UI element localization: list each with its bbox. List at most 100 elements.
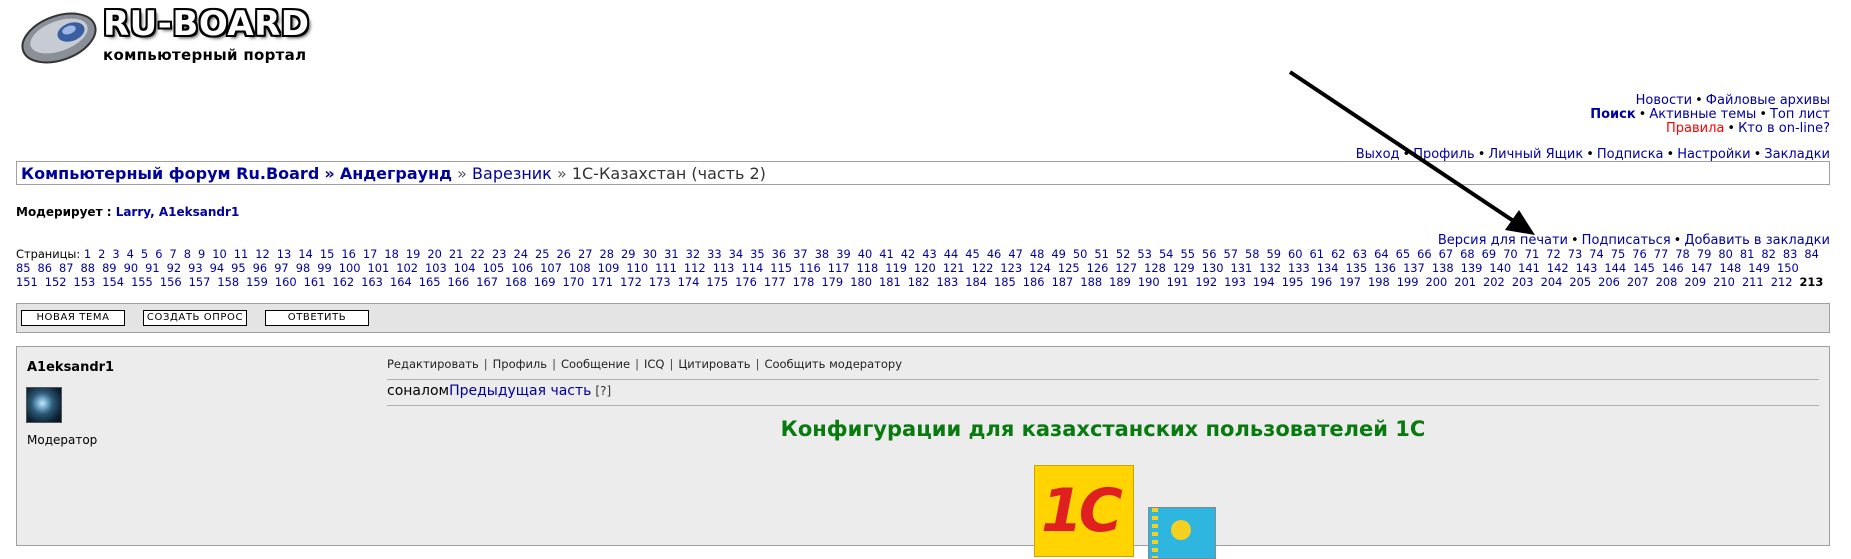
page-link[interactable]: 141 [1518, 261, 1540, 275]
page-link[interactable]: 11 [234, 247, 249, 261]
page-link[interactable]: 96 [253, 261, 268, 275]
page-link[interactable]: 14 [298, 247, 313, 261]
page-link[interactable]: 51 [1094, 247, 1109, 261]
page-link[interactable]: 120 [914, 261, 936, 275]
page-link[interactable]: 130 [1202, 261, 1224, 275]
post-author[interactable]: A1eksandr1 [27, 360, 114, 375]
page-link[interactable]: 194 [1253, 275, 1275, 289]
page-link[interactable]: 159 [246, 275, 268, 289]
page-link[interactable]: 188 [1080, 275, 1102, 289]
page-link[interactable]: 76 [1632, 247, 1647, 261]
page-link[interactable]: 106 [511, 261, 533, 275]
page-link[interactable]: 34 [729, 247, 744, 261]
page-link[interactable]: 183 [937, 275, 959, 289]
page-link[interactable]: 68 [1460, 247, 1475, 261]
page-link[interactable]: 211 [1742, 275, 1764, 289]
page-link[interactable]: 125 [1058, 261, 1080, 275]
page-link[interactable]: 143 [1576, 261, 1598, 275]
page-link[interactable]: 212 [1771, 275, 1793, 289]
page-link[interactable]: 29 [621, 247, 636, 261]
report-moderator-link[interactable]: Сообщить модератору [764, 357, 902, 371]
page-link[interactable]: 86 [38, 261, 53, 275]
page-link[interactable]: 204 [1541, 275, 1563, 289]
page-link[interactable]: 114 [741, 261, 763, 275]
reply-button[interactable]: ОТВЕТИТЬ [265, 310, 369, 326]
page-link[interactable]: 63 [1353, 247, 1368, 261]
page-link[interactable]: 164 [390, 275, 412, 289]
page-link[interactable]: 65 [1396, 247, 1411, 261]
page-link[interactable]: 163 [361, 275, 383, 289]
nav-logout[interactable]: Выход [1356, 147, 1400, 162]
profile-link[interactable]: Профиль [493, 357, 547, 371]
page-link[interactable]: 73 [1568, 247, 1583, 261]
moderators-names[interactable]: Larry, A1eksandr1 [116, 205, 240, 219]
page-link[interactable]: 79 [1697, 247, 1712, 261]
page-link[interactable]: 201 [1454, 275, 1476, 289]
page-link[interactable]: 47 [1008, 247, 1023, 261]
page-link[interactable]: 10 [212, 247, 227, 261]
page-link[interactable]: 192 [1195, 275, 1217, 289]
nav-subscriptions[interactable]: Подписка [1597, 147, 1664, 162]
page-link[interactable]: 13 [277, 247, 292, 261]
page-link[interactable]: 97 [274, 261, 289, 275]
page-link[interactable]: 19 [406, 247, 421, 261]
page-link[interactable]: 81 [1740, 247, 1755, 261]
page-link[interactable]: 161 [304, 275, 326, 289]
page-link[interactable]: 176 [735, 275, 757, 289]
page-link[interactable]: 53 [1137, 247, 1152, 261]
page-link[interactable]: 27 [578, 247, 593, 261]
page-link[interactable]: 67 [1439, 247, 1454, 261]
page-link[interactable]: 167 [476, 275, 498, 289]
page-link[interactable]: 104 [454, 261, 476, 275]
page-link[interactable]: 196 [1310, 275, 1332, 289]
page-link[interactable]: 84 [1804, 247, 1819, 261]
page-link[interactable]: 18 [384, 247, 399, 261]
page-link[interactable]: 110 [626, 261, 648, 275]
page-link[interactable]: 3 [112, 247, 119, 261]
page-link[interactable]: 17 [363, 247, 378, 261]
page-link[interactable]: 90 [124, 261, 139, 275]
page-link[interactable]: 133 [1288, 261, 1310, 275]
page-link[interactable]: 82 [1761, 247, 1776, 261]
nav-who-online[interactable]: Кто в on-line? [1738, 121, 1830, 136]
page-link[interactable]: 198 [1368, 275, 1390, 289]
page-link[interactable]: 43 [922, 247, 937, 261]
page-link[interactable]: 93 [188, 261, 203, 275]
page-link[interactable]: 142 [1547, 261, 1569, 275]
page-link[interactable]: 22 [470, 247, 485, 261]
page-link[interactable]: 115 [770, 261, 792, 275]
page-link[interactable]: 36 [772, 247, 787, 261]
page-link[interactable]: 102 [396, 261, 418, 275]
page-link[interactable]: 174 [678, 275, 700, 289]
page-link[interactable]: 131 [1230, 261, 1252, 275]
page-link[interactable]: 193 [1224, 275, 1246, 289]
page-link[interactable]: 165 [419, 275, 441, 289]
page-link[interactable]: 189 [1109, 275, 1131, 289]
subscribe-link[interactable]: Подписаться [1582, 233, 1671, 248]
page-link[interactable]: 60 [1288, 247, 1303, 261]
page-link[interactable]: 87 [59, 261, 74, 275]
page-link[interactable]: 151 [16, 275, 38, 289]
page-link[interactable]: 101 [368, 261, 390, 275]
nav-rules[interactable]: Правила [1666, 121, 1724, 136]
edit-link[interactable]: Редактировать [387, 357, 479, 371]
page-link[interactable]: 21 [449, 247, 464, 261]
page-link[interactable]: 124 [1029, 261, 1051, 275]
page-link[interactable]: 99 [317, 261, 332, 275]
page-link[interactable]: 7 [169, 247, 176, 261]
nav-settings[interactable]: Настройки [1677, 147, 1750, 162]
page-link[interactable]: 145 [1633, 261, 1655, 275]
page-link[interactable]: 23 [492, 247, 507, 261]
page-link[interactable]: 166 [447, 275, 469, 289]
page-link[interactable]: 98 [296, 261, 311, 275]
page-link[interactable]: 185 [994, 275, 1016, 289]
page-link[interactable]: 128 [1144, 261, 1166, 275]
page-link[interactable]: 28 [600, 247, 615, 261]
page-link[interactable]: 109 [598, 261, 620, 275]
page-link[interactable]: 39 [836, 247, 851, 261]
page-link[interactable]: 170 [563, 275, 585, 289]
page-link[interactable]: 62 [1331, 247, 1346, 261]
page-link[interactable]: 49 [1051, 247, 1066, 261]
page-link[interactable]: 162 [332, 275, 354, 289]
nav-bookmarks[interactable]: Закладки [1764, 147, 1830, 162]
